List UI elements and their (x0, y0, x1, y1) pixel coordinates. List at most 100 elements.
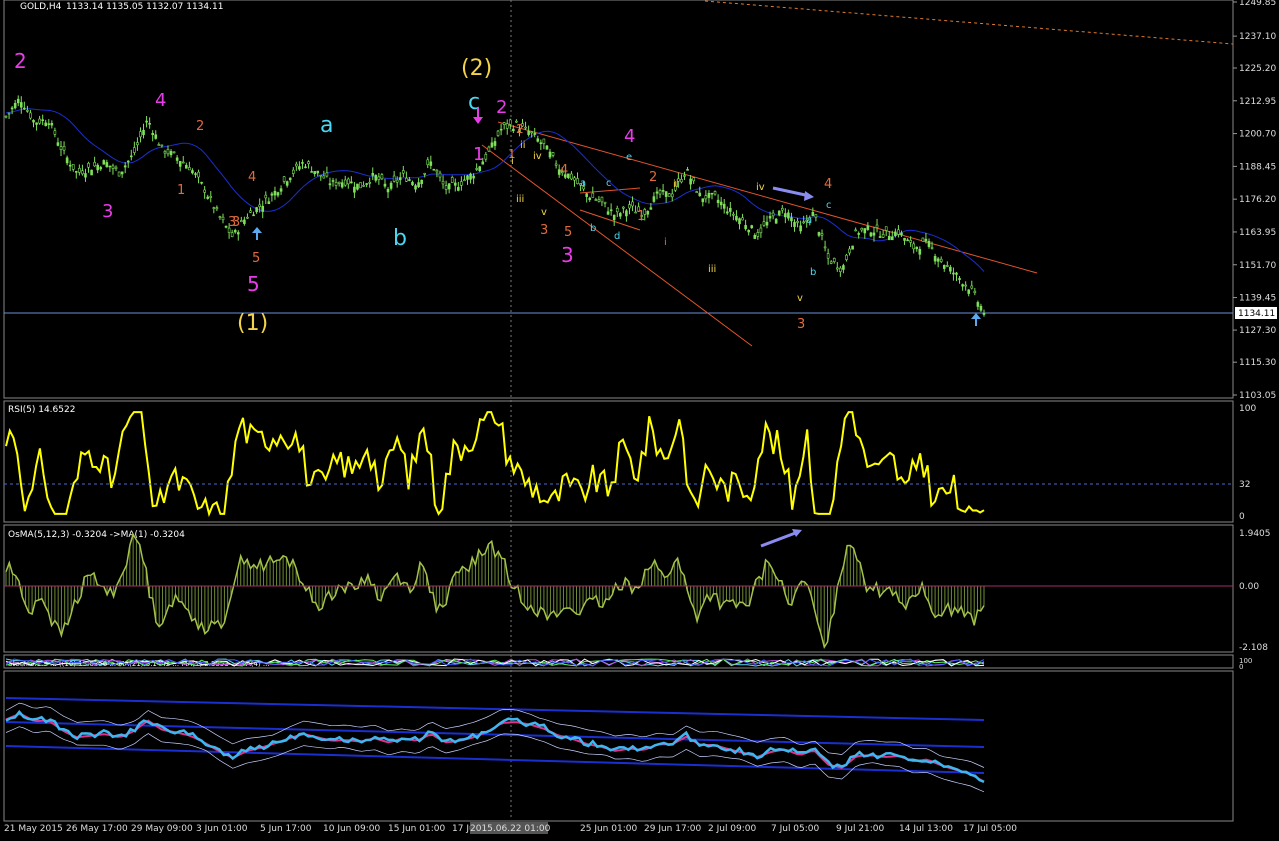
candle-body (301, 162, 304, 164)
candle-body (402, 170, 405, 174)
candle-body (258, 204, 261, 208)
candle-body (154, 134, 158, 139)
candle-body (240, 220, 243, 223)
wave-label: 2 (196, 119, 204, 134)
wave-label: a (806, 215, 812, 226)
candle-body (243, 219, 246, 224)
wave-label: 4 (560, 163, 568, 178)
candle-body (695, 191, 699, 193)
price-tick-label: 1151.70 (1239, 261, 1276, 271)
wave-label: v (797, 293, 803, 304)
candle-body (619, 213, 622, 217)
candle-body (383, 183, 387, 187)
candle-body (829, 261, 833, 264)
candle-body (936, 258, 940, 262)
candle-body (108, 165, 112, 168)
candle-body (594, 199, 598, 201)
candle-body (59, 146, 63, 150)
candle-body (166, 149, 170, 155)
candle-body (102, 160, 106, 165)
candle-body (652, 196, 656, 202)
wave-label: 4 (824, 177, 832, 192)
candle-body (71, 164, 75, 170)
candle-body (735, 215, 738, 221)
candle-body (377, 176, 381, 180)
candle-body (386, 188, 390, 193)
candle-body (615, 208, 619, 213)
candle-body (842, 265, 845, 270)
candle-body (420, 179, 423, 185)
candle-body (405, 177, 408, 182)
candle-body (13, 103, 17, 109)
candle-body (285, 181, 289, 186)
candle-body (955, 272, 958, 275)
candle-body (539, 142, 543, 144)
candle-body (686, 169, 689, 171)
candle-body (891, 236, 894, 241)
candle-body (50, 122, 54, 126)
wave-label: a (580, 178, 586, 189)
candle-body (41, 119, 44, 122)
candle-body (612, 214, 616, 221)
candle-body (304, 166, 307, 169)
candle-body (725, 211, 729, 214)
candle-body (542, 138, 546, 144)
candle-body (551, 152, 555, 156)
trading-chart[interactable]: GOLD,H4 1133.14 1135.05 1132.07 1134.11 … (0, 0, 1279, 841)
candle-body (105, 162, 109, 168)
candle-body (313, 171, 316, 174)
candle-body (982, 313, 986, 315)
candle-body (533, 133, 537, 135)
candle-body (206, 196, 210, 199)
elliott-wave-labels: 2435(1)ab(2)c1321345iiiiiiivvabcde243123… (14, 49, 832, 336)
price-axis: 1249.85 1237.10 1225.20 1212.95 1200.70 1188.… (1233, 0, 1276, 401)
candle-body (90, 169, 93, 176)
candle-body (719, 201, 723, 206)
wave-label: iv (533, 151, 542, 162)
wave-label: 2 (496, 97, 507, 118)
wave-label: iii (708, 264, 716, 275)
wave-label: b (393, 226, 407, 251)
candle-body (588, 197, 592, 200)
time-tick-label: 25 Jun 01:00 (580, 824, 637, 834)
dashed-trendline (704, 0, 1234, 45)
candle-body (346, 178, 350, 185)
candle-body (181, 161, 185, 164)
candle-body (23, 107, 26, 110)
candle-body (221, 216, 225, 221)
candle-body (661, 190, 665, 192)
candle-body (273, 190, 277, 196)
wave-label: 5 (252, 251, 260, 266)
candle-body (606, 211, 610, 215)
candle-body (713, 191, 717, 195)
candle-body (230, 232, 234, 237)
candle-body (249, 210, 252, 213)
candle-body (576, 178, 579, 184)
candle-body (447, 183, 451, 190)
candle-body (233, 230, 237, 233)
candle-body (585, 193, 588, 197)
price-tick-label: 1176.20 (1239, 195, 1276, 205)
candle-body (261, 205, 265, 212)
candle-body (212, 207, 216, 209)
candle-body (111, 165, 115, 169)
candle-body (729, 207, 732, 212)
candle-body (114, 166, 118, 169)
candle-body (417, 182, 420, 188)
rsi-tick-32: 32 (1239, 480, 1250, 490)
candle-body (224, 225, 228, 228)
candle-body (777, 210, 781, 216)
candle-body (839, 267, 842, 273)
rsi-indicator (5, 411, 985, 518)
candle-body (670, 193, 674, 198)
time-tick-label: 29 May 09:00 (131, 824, 193, 834)
chart-ohlc: 1133.14 1135.05 1132.07 1134.11 (66, 2, 223, 12)
candle-body (530, 131, 533, 134)
candle-body (438, 172, 442, 178)
candle-body (600, 196, 604, 203)
wave-label: c (606, 178, 612, 189)
wave-label: i (664, 237, 667, 248)
candle-body (84, 173, 87, 178)
candle-body (906, 239, 909, 242)
candle-body (894, 231, 897, 236)
